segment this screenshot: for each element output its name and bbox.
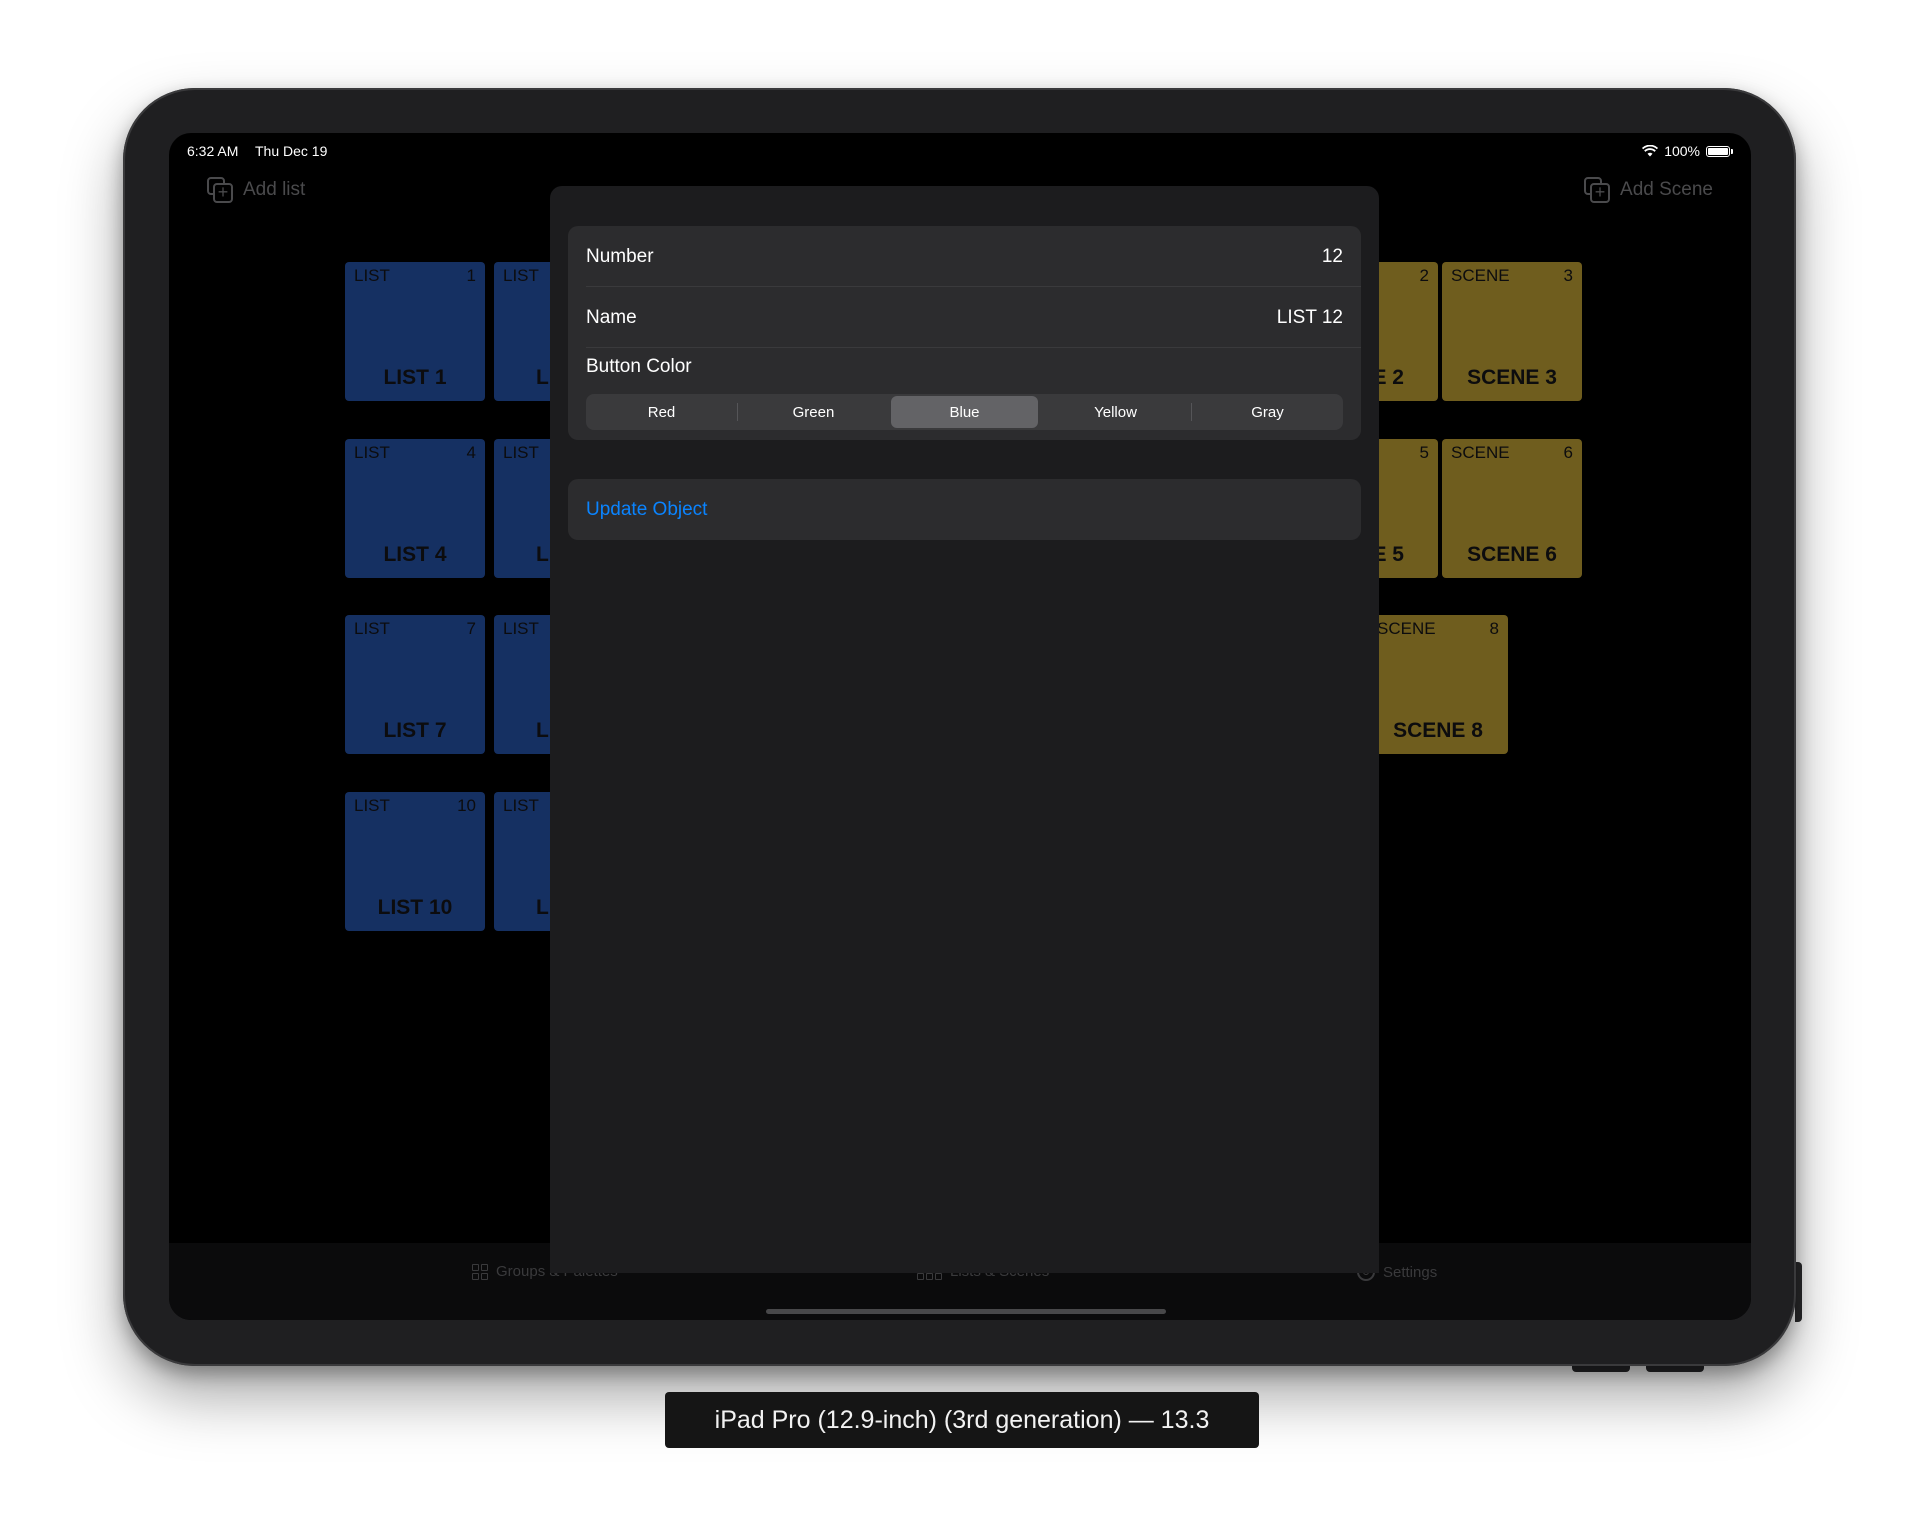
tile-kind: LIST (354, 619, 390, 638)
tile-number: 10 (457, 796, 476, 815)
edit-object-sheet: Number 12 Name LIST 12 Button Color Red … (550, 186, 1379, 1273)
add-scene-button[interactable]: + Add Scene (1584, 177, 1713, 203)
battery-tip (1731, 148, 1733, 154)
scene-tile-3[interactable]: SCENE 3 SCENE 3 (1442, 262, 1582, 401)
name-value[interactable]: LIST 12 (1277, 307, 1343, 329)
tile-name: LIST 7 (383, 719, 447, 742)
properties-group: Number 12 Name LIST 12 Button Color Red … (568, 226, 1361, 440)
scene-tile-6[interactable]: SCENE 6 SCENE 6 (1442, 439, 1582, 578)
list-tile-7[interactable]: LIST 7 LIST 7 (345, 615, 485, 754)
name-row[interactable]: Name LIST 12 (568, 287, 1361, 348)
tile-number: 3 (1563, 266, 1573, 285)
tile-number: 5 (1419, 443, 1429, 462)
status-time: 6:32 AM (187, 143, 239, 159)
tile-kind: SCENE (1451, 443, 1510, 462)
status-bar: 6:32 AM Thu Dec 19 100% (187, 139, 1733, 163)
tile-number: 6 (1563, 443, 1573, 462)
color-option-gray[interactable]: Gray (1194, 396, 1341, 428)
number-value[interactable]: 12 (1322, 246, 1343, 268)
battery-icon (1706, 145, 1730, 157)
tile-number: 8 (1489, 619, 1499, 638)
status-date: Thu Dec 19 (255, 143, 328, 159)
tile-name: LIST 1 (383, 366, 447, 389)
screen: 6:32 AM Thu Dec 19 100% + Add list + Add… (169, 133, 1751, 1320)
segment-divider (737, 403, 738, 421)
color-option-yellow[interactable]: Yellow (1042, 396, 1189, 428)
tile-kind: LIST (354, 266, 390, 285)
color-option-red[interactable]: Red (588, 396, 735, 428)
scene-tile-8[interactable]: SCENE 8 SCENE 8 (1368, 615, 1508, 754)
tile-number: 7 (466, 619, 476, 638)
list-tile-10[interactable]: LIST 10 LIST 10 (345, 792, 485, 931)
status-right: 100% (1642, 143, 1733, 159)
tile-kind: LIST (503, 443, 539, 462)
button-color-segmented-control[interactable]: Red Green Blue Yellow Gray (586, 394, 1343, 430)
tab-label: Settings (1383, 1263, 1438, 1281)
tile-kind: SCENE (1377, 619, 1436, 638)
tile-kind: LIST (503, 796, 539, 815)
color-option-green[interactable]: Green (740, 396, 887, 428)
tile-kind: SCENE (1451, 266, 1510, 285)
list-tile-1[interactable]: LIST 1 LIST 1 (345, 262, 485, 401)
button-color-row: Button Color (568, 348, 1361, 388)
number-row[interactable]: Number 12 (568, 226, 1361, 287)
tile-number: 4 (466, 443, 476, 462)
battery-percent: 100% (1664, 143, 1700, 159)
actions-group: Update Object (568, 479, 1361, 540)
tile-kind: LIST (354, 443, 390, 462)
add-scene-label: Add Scene (1620, 179, 1713, 200)
tile-kind: LIST (354, 796, 390, 815)
number-label: Number (586, 246, 654, 267)
update-object-button[interactable]: Update Object (568, 479, 1361, 540)
home-indicator[interactable] (766, 1309, 1166, 1314)
color-option-blue[interactable]: Blue (891, 396, 1038, 428)
add-list-label: Add list (243, 179, 306, 200)
device-caption: iPad Pro (12.9-inch) (3rd generation) — … (665, 1392, 1259, 1448)
add-list-icon: + (207, 177, 233, 203)
tile-kind: LIST (503, 266, 539, 285)
tile-number: 2 (1419, 266, 1429, 285)
wifi-icon (1642, 145, 1659, 157)
update-object-label: Update Object (586, 499, 708, 520)
tile-name: SCENE 3 (1467, 366, 1557, 389)
segment-divider (1191, 403, 1192, 421)
name-label: Name (586, 307, 637, 328)
tile-name: LIST 4 (383, 543, 447, 566)
add-list-button[interactable]: + Add list (207, 177, 305, 203)
tile-number: 1 (466, 266, 476, 285)
list-tile-4[interactable]: LIST 4 LIST 4 (345, 439, 485, 578)
tile-kind: LIST (503, 619, 539, 638)
grid-icon (472, 1263, 488, 1280)
button-color-label: Button Color (586, 356, 692, 377)
device-side-button (1795, 1262, 1802, 1322)
tile-name: SCENE 8 (1393, 719, 1483, 742)
tile-name: LIST 10 (377, 896, 453, 919)
tile-name: SCENE 6 (1467, 543, 1557, 566)
add-scene-icon: + (1584, 177, 1611, 203)
